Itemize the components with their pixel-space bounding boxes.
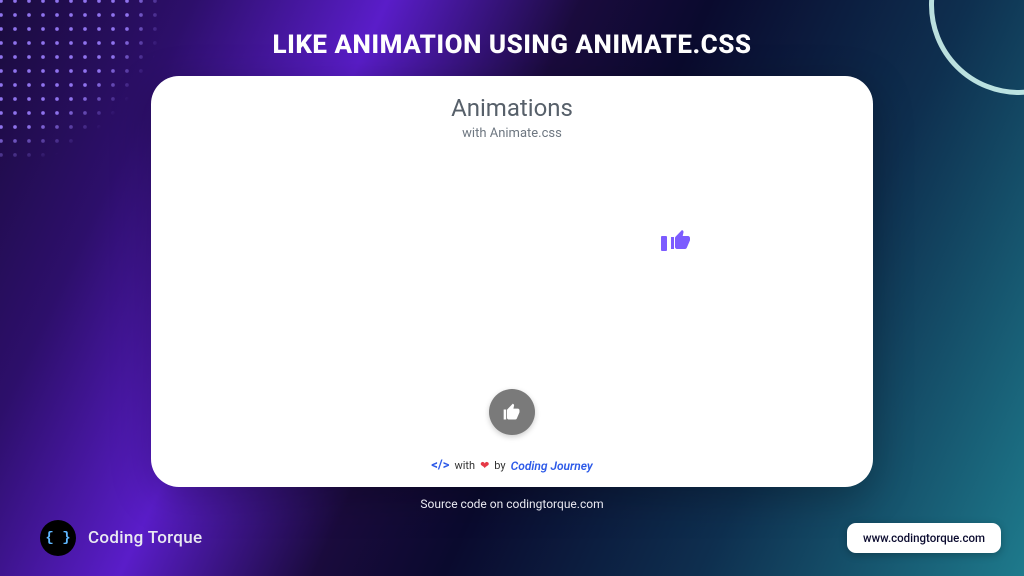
page-title: LIKE ANIMATION USING ANIMATE.CSS: [0, 30, 1024, 60]
code-icon: </>: [431, 458, 449, 473]
footer-with-text: with: [454, 459, 475, 472]
footer-by-text: by: [494, 459, 505, 472]
floating-thumb-icon: [661, 228, 693, 252]
card-footer: </> with ❤ by Coding Journey: [151, 458, 873, 473]
dot-pattern-decoration: [0, 0, 160, 160]
brand-logo: { }: [40, 520, 76, 556]
card-subtitle: with Animate.css: [462, 126, 562, 141]
source-code-line: Source code on codingtorque.com: [0, 497, 1024, 511]
thumbs-up-icon: [502, 402, 522, 422]
demo-card: Animations with Animate.css </> with ❤ b…: [151, 76, 873, 487]
website-url-pill[interactable]: www.codingtorque.com: [847, 523, 1001, 553]
like-button[interactable]: [489, 389, 535, 435]
heart-icon: ❤: [480, 459, 489, 472]
footer-author-link[interactable]: Coding Journey: [511, 459, 593, 473]
brand-name: Coding Torque: [88, 528, 202, 548]
card-title: Animations: [451, 94, 573, 122]
brand-block: { } Coding Torque: [40, 520, 202, 556]
